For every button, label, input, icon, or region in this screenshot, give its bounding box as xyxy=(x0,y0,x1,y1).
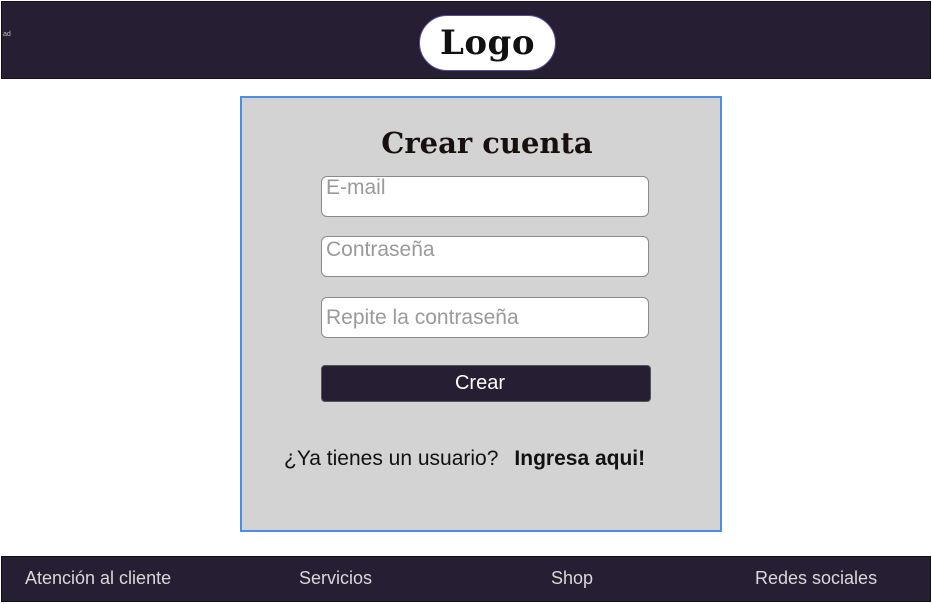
email-field[interactable] xyxy=(321,176,649,217)
corner-mark: ad xyxy=(3,31,11,38)
footer-link-customer-service[interactable]: Atención al cliente xyxy=(25,568,171,589)
signup-title: Crear cuenta xyxy=(381,126,593,160)
signup-card: Crear cuenta Crear ¿Ya tienes un usuario… xyxy=(240,96,722,532)
create-account-button-label: Crear xyxy=(454,372,505,394)
page: ad Logo Crear cuenta Crear ¿Ya tienes un… xyxy=(0,0,932,604)
logo[interactable]: Logo xyxy=(419,15,556,71)
password-field[interactable] xyxy=(321,236,649,277)
repeat-password-field[interactable] xyxy=(321,297,649,338)
footer-link-shop[interactable]: Shop xyxy=(551,568,593,589)
create-account-button[interactable]: Crear xyxy=(321,365,651,402)
login-link[interactable]: Ingresa aqui! xyxy=(514,447,645,470)
login-prompt: ¿Ya tienes un usuario? Ingresa aqui! xyxy=(284,447,645,471)
have-account-text: ¿Ya tienes un usuario? xyxy=(284,447,499,470)
header-bar: ad Logo xyxy=(1,1,931,79)
footer-bar: Atención al cliente Servicios Shop Redes… xyxy=(1,556,931,602)
footer-link-social[interactable]: Redes sociales xyxy=(755,568,877,589)
footer-link-services[interactable]: Servicios xyxy=(299,568,372,589)
